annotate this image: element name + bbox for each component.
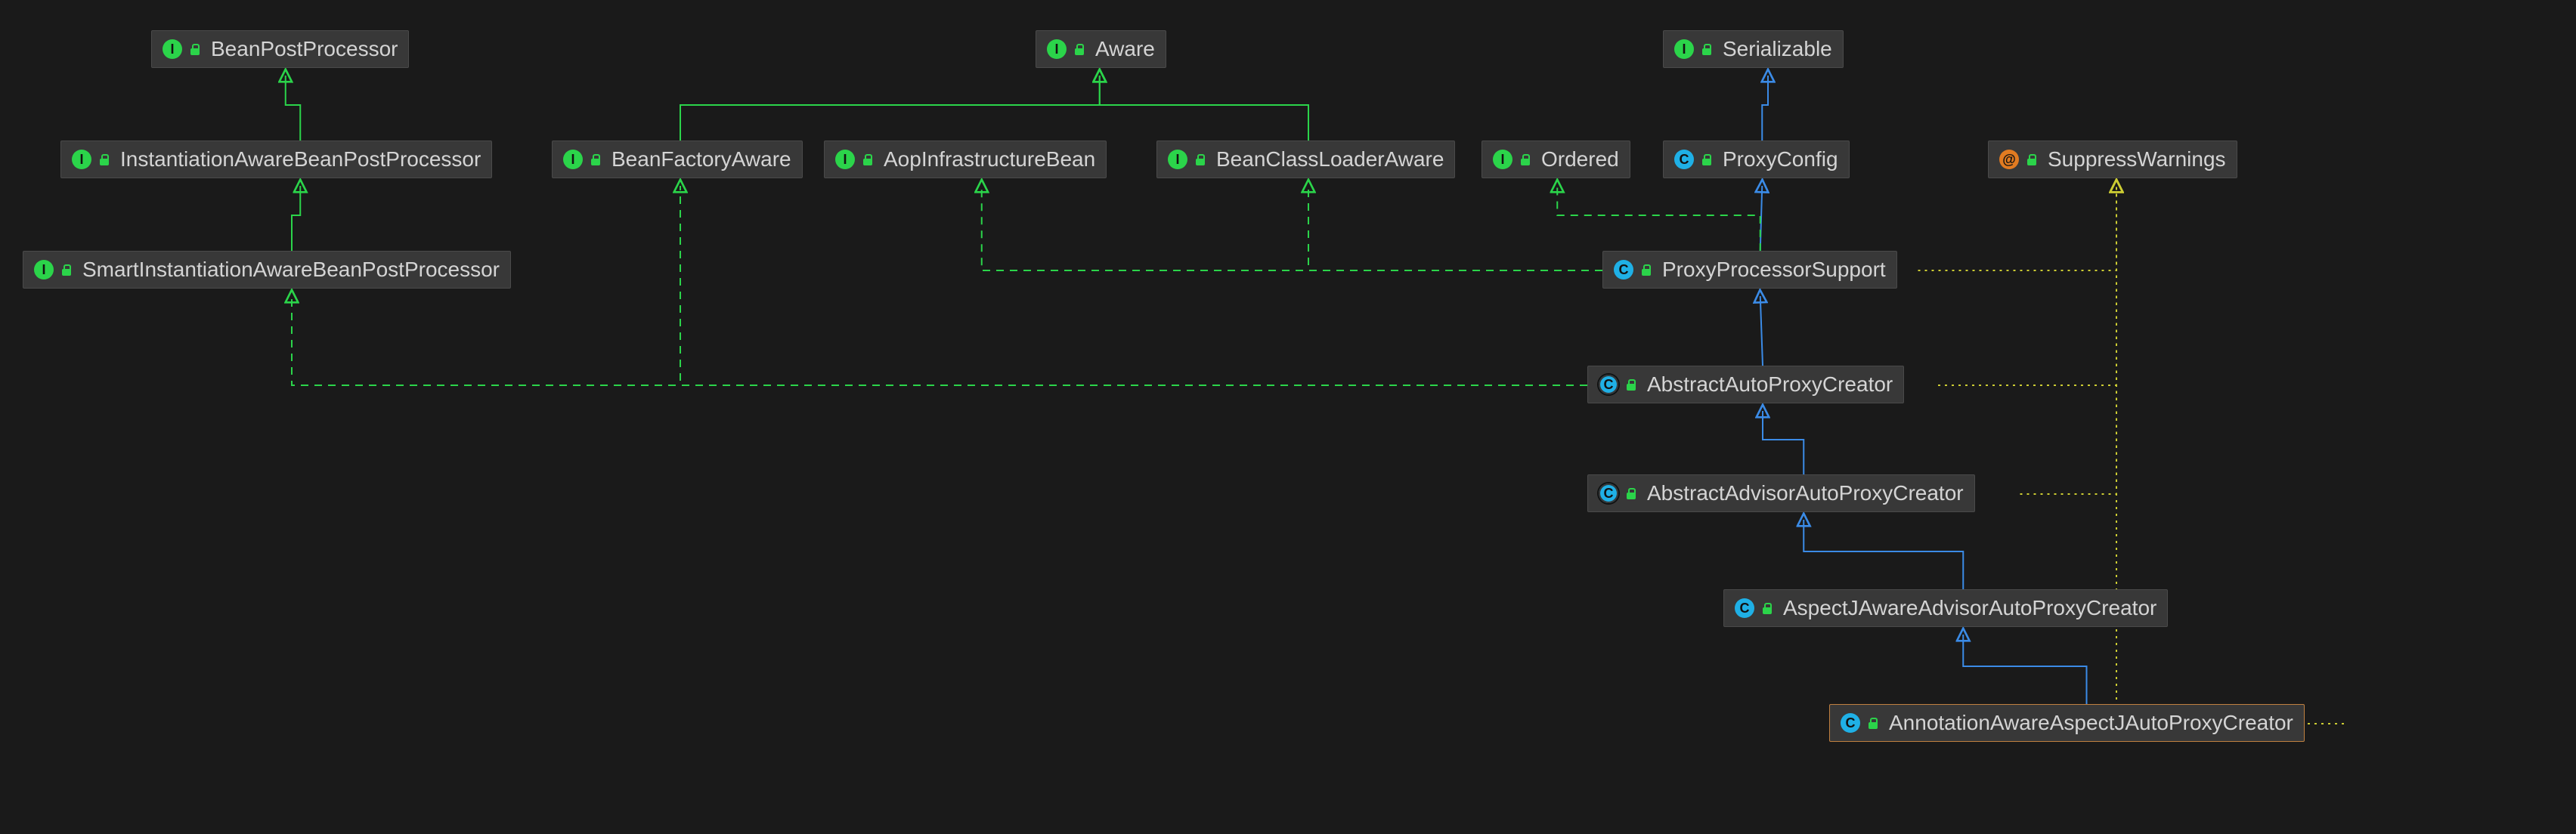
node-label: SuppressWarnings [2048,147,2226,171]
node-label: SmartInstantiationAwareBeanPostProcessor [82,258,500,282]
node-proxyProcessorSupport[interactable]: C ProxyProcessorSupport [1602,251,1897,289]
interface-icon: I [34,260,54,280]
node-label: Ordered [1541,147,1619,171]
interface-icon: I [1168,150,1187,169]
interface-icon: I [1047,39,1067,59]
node-beanPostProcessor[interactable]: I BeanPostProcessor [151,30,409,68]
node-suppressWarnings[interactable]: @ SuppressWarnings [1988,141,2237,178]
node-proxyConfig[interactable]: C ProxyConfig [1663,141,1850,178]
node-abstractAutoProxyCreator[interactable]: C AbstractAutoProxyCreator [1587,366,1904,403]
node-annotationAwareAJAPC[interactable]: C AnnotationAwareAspectJAutoProxyCreator [1829,704,2305,742]
annotation-icon: @ [1999,150,2019,169]
node-label: Aware [1095,37,1155,61]
lock-icon [1868,716,1881,730]
node-aspectJAwareAPC[interactable]: C AspectJAwareAdvisorAutoProxyCreator [1723,589,2168,627]
node-label: BeanClassLoaderAware [1216,147,1444,171]
node-label: AbstractAutoProxyCreator [1647,372,1893,397]
lock-icon [99,153,113,166]
lock-icon [1074,42,1088,56]
node-instAwareBPP[interactable]: I InstantiationAwareBeanPostProcessor [60,141,492,178]
node-aware[interactable]: I Aware [1036,30,1166,68]
node-abstractAdvisorAPC[interactable]: C AbstractAdvisorAutoProxyCreator [1587,474,1975,512]
lock-icon [1701,42,1715,56]
interface-icon: I [72,150,91,169]
class-icon: C [1735,598,1754,618]
node-label: BeanPostProcessor [211,37,398,61]
lock-icon [2026,153,2040,166]
node-ordered[interactable]: I Ordered [1482,141,1630,178]
interface-icon: I [835,150,855,169]
node-label: AbstractAdvisorAutoProxyCreator [1647,481,1964,505]
lock-icon [862,153,876,166]
class-icon: C [1841,713,1860,733]
class-icon: C [1599,483,1618,503]
node-label: ProxyProcessorSupport [1662,258,1886,282]
interface-icon: I [1493,150,1512,169]
node-label: AnnotationAwareAspectJAutoProxyCreator [1889,711,2293,735]
lock-icon [1626,486,1639,500]
lock-icon [1701,153,1715,166]
lock-icon [1641,263,1655,276]
lock-icon [1520,153,1534,166]
interface-icon: I [163,39,182,59]
lock-icon [1626,378,1639,391]
node-label: InstantiationAwareBeanPostProcessor [120,147,481,171]
lock-icon [1762,601,1776,615]
class-icon: C [1674,150,1694,169]
interface-icon: I [563,150,583,169]
lock-icon [61,263,75,276]
lock-icon [190,42,203,56]
node-beanClassLoaderAware[interactable]: I BeanClassLoaderAware [1156,141,1455,178]
class-icon: C [1614,260,1633,280]
node-label: ProxyConfig [1723,147,1838,171]
node-serializable[interactable]: I Serializable [1663,30,1844,68]
node-label: AopInfrastructureBean [884,147,1095,171]
node-smartInstAwareBPP[interactable]: I SmartInstantiationAwareBeanPostProcesso… [23,251,511,289]
node-aopInfraBean[interactable]: I AopInfrastructureBean [824,141,1107,178]
node-beanFactoryAware[interactable]: I BeanFactoryAware [552,141,803,178]
class-hierarchy-diagram: I BeanPostProcessor I Aware I Serializable I In… [0,0,2576,834]
node-label: BeanFactoryAware [611,147,791,171]
node-label: AspectJAwareAdvisorAutoProxyCreator [1783,596,2156,620]
node-label: Serializable [1723,37,1832,61]
lock-icon [590,153,604,166]
lock-icon [1195,153,1209,166]
class-icon: C [1599,375,1618,394]
interface-icon: I [1674,39,1694,59]
